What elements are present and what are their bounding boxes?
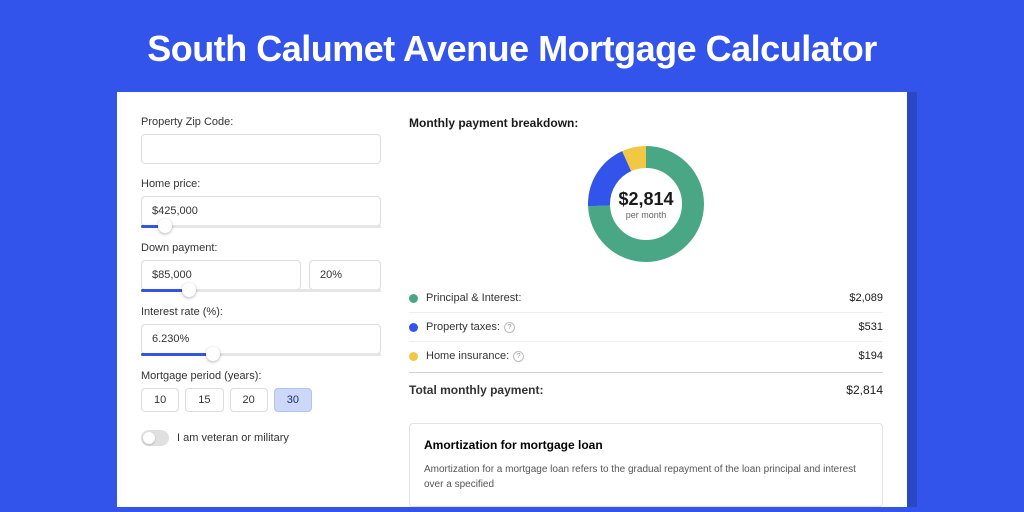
home-price-input[interactable] bbox=[141, 196, 381, 226]
page-title: South Calumet Avenue Mortgage Calculator bbox=[0, 0, 1024, 92]
down-payment-slider[interactable] bbox=[141, 289, 381, 292]
breakdown-row: Property taxes:?$531 bbox=[409, 313, 883, 342]
donut-chart: $2,814 per month bbox=[586, 144, 706, 264]
interest-label: Interest rate (%): bbox=[141, 306, 381, 318]
breakdown-item-amount: $531 bbox=[859, 321, 883, 333]
period-label: Mortgage period (years): bbox=[141, 370, 381, 382]
slider-thumb[interactable] bbox=[182, 283, 196, 297]
down-payment-field-group: Down payment: bbox=[141, 242, 381, 292]
zip-label: Property Zip Code: bbox=[141, 116, 381, 128]
veteran-label: I am veteran or military bbox=[177, 432, 289, 444]
period-button-10[interactable]: 10 bbox=[141, 388, 179, 412]
breakdown-item-amount: $2,089 bbox=[849, 292, 883, 304]
total-row: Total monthly payment: $2,814 bbox=[409, 372, 883, 407]
down-payment-percent-input[interactable] bbox=[309, 260, 381, 290]
home-price-field-group: Home price: bbox=[141, 178, 381, 228]
period-button-15[interactable]: 15 bbox=[185, 388, 223, 412]
zip-field-group: Property Zip Code: bbox=[141, 116, 381, 164]
breakdown-item-label: Principal & Interest: bbox=[426, 292, 849, 304]
calculator-card: Property Zip Code: Home price: Down paym… bbox=[117, 92, 907, 507]
slider-thumb[interactable] bbox=[158, 219, 172, 233]
period-button-20[interactable]: 20 bbox=[230, 388, 268, 412]
legend-dot bbox=[409, 352, 418, 361]
slider-thumb[interactable] bbox=[206, 347, 220, 361]
breakdown-heading: Monthly payment breakdown: bbox=[409, 116, 883, 130]
down-payment-input[interactable] bbox=[141, 260, 301, 290]
interest-input[interactable] bbox=[141, 324, 381, 354]
total-amount: $2,814 bbox=[846, 383, 883, 397]
amortization-box: Amortization for mortgage loan Amortizat… bbox=[409, 423, 883, 507]
veteran-toggle-row: I am veteran or military bbox=[141, 430, 381, 446]
breakdown-row: Home insurance:?$194 bbox=[409, 342, 883, 370]
donut-chart-wrap: $2,814 per month bbox=[409, 144, 883, 264]
interest-slider[interactable] bbox=[141, 353, 381, 356]
info-icon[interactable]: ? bbox=[504, 322, 515, 333]
breakdown-item-label: Home insurance:? bbox=[426, 350, 859, 362]
breakdown-item-label: Property taxes:? bbox=[426, 321, 859, 333]
info-icon[interactable]: ? bbox=[513, 351, 524, 362]
legend-dot bbox=[409, 294, 418, 303]
zip-input[interactable] bbox=[141, 134, 381, 164]
home-price-slider[interactable] bbox=[141, 225, 381, 228]
breakdown-row: Principal & Interest:$2,089 bbox=[409, 284, 883, 313]
breakdown-item-amount: $194 bbox=[859, 350, 883, 362]
period-button-30[interactable]: 30 bbox=[274, 388, 312, 412]
interest-field-group: Interest rate (%): bbox=[141, 306, 381, 356]
donut-label: per month bbox=[626, 210, 667, 220]
breakdown-column: Monthly payment breakdown: $2,814 per mo… bbox=[409, 116, 883, 507]
down-payment-label: Down payment: bbox=[141, 242, 381, 254]
total-label: Total monthly payment: bbox=[409, 383, 846, 397]
amortization-text: Amortization for a mortgage loan refers … bbox=[424, 462, 868, 492]
period-field-group: Mortgage period (years): 1015 2030 bbox=[141, 370, 381, 412]
amortization-heading: Amortization for mortgage loan bbox=[424, 438, 868, 452]
donut-value: $2,814 bbox=[618, 189, 673, 210]
form-column: Property Zip Code: Home price: Down paym… bbox=[141, 116, 381, 507]
legend-dot bbox=[409, 323, 418, 332]
home-price-label: Home price: bbox=[141, 178, 381, 190]
veteran-toggle[interactable] bbox=[141, 430, 169, 446]
